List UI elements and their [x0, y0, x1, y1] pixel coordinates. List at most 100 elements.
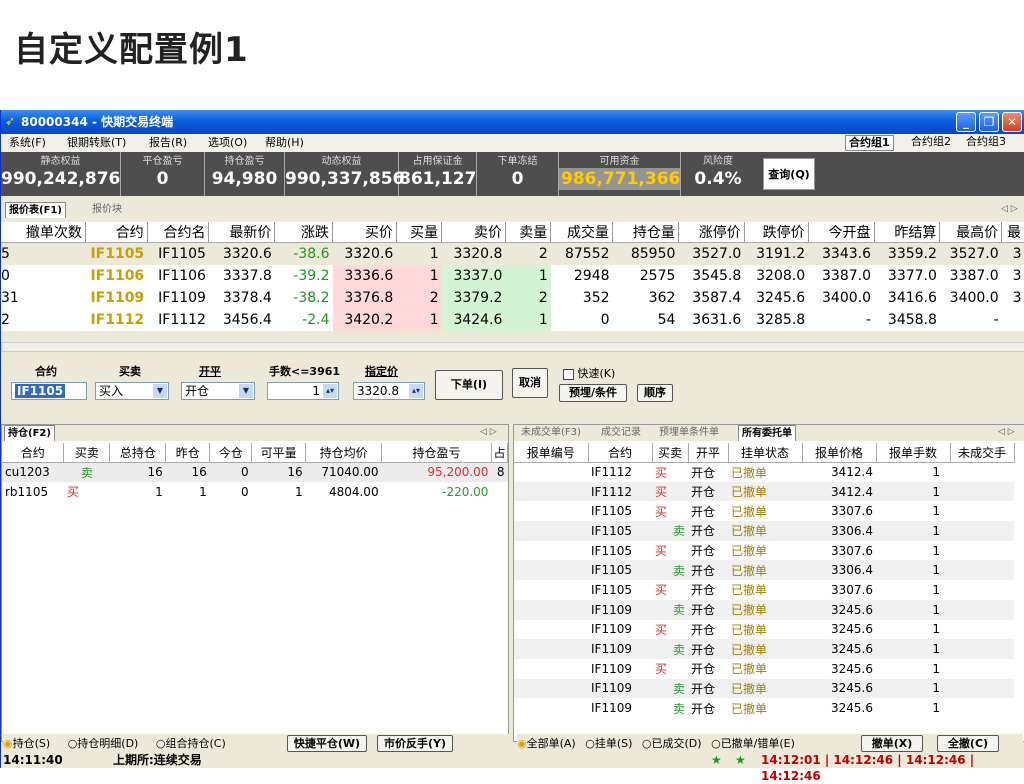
- order-row[interactable]: IF1109 卖开仓 已撤单 3245.6 1: [514, 639, 1014, 659]
- quote-cell: IF1105: [147, 242, 209, 265]
- position-row[interactable]: rb1105 买 1 1 0 1 4804.00 -220.00: [2, 482, 508, 502]
- cancel-order-button[interactable]: 撤单(X): [861, 735, 923, 752]
- column-header: 合约: [2, 443, 65, 463]
- spin-arrows-icon[interactable]: ▴▾: [409, 384, 423, 398]
- qty-stepper[interactable]: 1 ▴▾: [267, 382, 339, 400]
- order-cell: 已撤单: [728, 481, 802, 502]
- tab-quote-block[interactable]: 报价块: [89, 202, 125, 218]
- tab-contract-group-2[interactable]: 合约组2: [908, 135, 954, 151]
- order-entry-panel: 合约 买卖 开平 手数<=3961 指定价 IF1105 买入 ▼ 开仓 ▼ 1 ▴▾…: [1, 354, 1024, 420]
- order-row[interactable]: IF1105 买 开仓 已撤单 3307.6 1: [514, 541, 1014, 561]
- position-row[interactable]: cu1203 卖 16 16 0 16 71040.00 95,200.00 8: [2, 462, 508, 482]
- qty-label: 手数<=3961: [269, 365, 341, 378]
- menu-help[interactable]: 帮助(H): [265, 134, 304, 152]
- order-cell: IF1109: [591, 622, 632, 637]
- offset-select[interactable]: 开仓 ▼: [181, 382, 255, 400]
- preset-condition-button[interactable]: 预埋/条件: [559, 384, 627, 402]
- order-cell: [950, 462, 1014, 482]
- query-button[interactable]: 查询(Q): [763, 158, 815, 190]
- order-row[interactable]: IF1109 卖开仓 已撤单 3245.6 1: [514, 599, 1014, 620]
- fast-checkbox[interactable]: 快速(K): [563, 365, 615, 381]
- order-row[interactable]: IF1109 买 开仓 已撤单 3245.6 1: [514, 620, 1014, 640]
- column-header: 昨仓: [165, 443, 211, 463]
- quote-row[interactable]: 5 IF1105 IF1105 3320.6 -38.6 3320.6 1 3320.8 2 87…: [1, 242, 1024, 265]
- quote-row[interactable]: 2 IF1112 IF1112 3456.4 -2.4 3420.2 1 3424.6 1 0 54…: [1, 308, 1024, 331]
- menu-report[interactable]: 报告(R): [149, 134, 187, 152]
- order-row[interactable]: IF1105 卖开仓 已撤单 3306.4 1: [514, 521, 1014, 541]
- sequence-button[interactable]: 顺序: [637, 384, 673, 402]
- slide-title: 自定义配置例1: [14, 30, 249, 70]
- order-cell: [514, 462, 588, 482]
- order-row[interactable]: IF1105 买 开仓 已撤单 3307.6 1: [514, 580, 1014, 600]
- tab-contract-group-1[interactable]: 合约组1: [845, 135, 894, 151]
- tab-scroll-arrows[interactable]: ◁ ▷: [998, 425, 1015, 440]
- radio-position-details[interactable]: ○持仓明细(D): [68, 737, 139, 750]
- quote-row[interactable]: 0 IF1106 IF1106 3337.8 -39.2 3336.6 1 3337.0 1 29…: [1, 264, 1024, 287]
- market-reverse-button[interactable]: 市价反手(Y): [377, 735, 453, 752]
- radio-icon: ○: [67, 737, 78, 750]
- quote-row[interactable]: 31 IF1109 IF1109 3378.4 -38.2 3376.8 2 3379.2 2 3…: [1, 286, 1024, 309]
- quote-cell: 3376.8: [332, 286, 397, 309]
- quote-cell: 2: [505, 242, 551, 265]
- tab-all-orders[interactable]: 所有委托单: [738, 425, 796, 441]
- order-row[interactable]: IF1109 卖开仓 已撤单 3245.6 1: [514, 698, 1014, 718]
- radio-filled-orders[interactable]: ○已成交(D): [642, 737, 702, 750]
- quote-cell: 3: [1012, 289, 1022, 306]
- position-cell: 16: [287, 465, 303, 480]
- available-funds-value: 986,771,366: [559, 168, 681, 190]
- title-bar: ➶ 80000344 - 快期交易终端 _ ❐ ✕: [1, 110, 1024, 134]
- tab-trade-records[interactable]: 成交记录: [598, 425, 644, 441]
- radio-positions[interactable]: ◉持仓(S): [3, 737, 50, 750]
- tab-scroll-arrows[interactable]: ◁ ▷: [480, 425, 497, 440]
- order-row[interactable]: IF1109 买 开仓 已撤单 3245.6 1: [514, 659, 1014, 679]
- quote-cell: 3400.0: [949, 289, 999, 306]
- status-bar: 14:11:40 上期所:连续交易 ★ ★ 14:12:01 | 14:12:4…: [1, 752, 1024, 783]
- cancel-button[interactable]: 取消: [512, 368, 548, 398]
- minimize-icon[interactable]: _: [956, 112, 976, 132]
- order-row[interactable]: IF1112 买开仓 已撤单 3412.4 1: [514, 462, 1014, 482]
- order-cell: [514, 599, 588, 620]
- position-cell: 卖: [80, 465, 93, 480]
- radio-all-orders[interactable]: ◉全部单(A): [517, 737, 576, 750]
- order-cell: 买: [655, 583, 668, 598]
- radio-combo-positions[interactable]: ○组合持仓(C): [156, 737, 226, 750]
- order-row[interactable]: IF1109 卖开仓 已撤单 3245.6 1: [514, 678, 1014, 699]
- connection-star-icon: ★: [711, 753, 722, 767]
- order-row[interactable]: IF1105 卖开仓 已撤单 3306.4 1: [514, 560, 1014, 581]
- tab-preset-orders[interactable]: 预埋单条件单: [656, 425, 722, 441]
- order-cell: [514, 698, 588, 718]
- submit-order-button[interactable]: 下单(I): [435, 370, 503, 400]
- quote-cell: 2: [505, 286, 551, 309]
- close-icon[interactable]: ✕: [1002, 112, 1022, 132]
- order-cell: 3306.4: [802, 521, 876, 541]
- contract-input[interactable]: IF1105: [11, 382, 87, 400]
- radio-pending-orders[interactable]: ○挂单(S): [585, 737, 632, 750]
- order-cell: 3307.6: [831, 543, 873, 558]
- restore-icon[interactable]: ❐: [979, 112, 999, 132]
- cancel-all-button[interactable]: 全撤(C): [937, 735, 999, 752]
- tab-scroll-arrows[interactable]: ◁ ▷: [1001, 202, 1018, 217]
- order-cell: IF1109: [588, 599, 652, 620]
- menu-options[interactable]: 选项(O): [208, 134, 247, 152]
- order-cell: 3245.6: [831, 661, 873, 676]
- spin-arrows-icon[interactable]: ▴▾: [323, 384, 337, 398]
- menu-bank-transfer[interactable]: 银期转账(T): [67, 134, 126, 152]
- order-row[interactable]: IF1105 买 开仓 已撤单 3307.6 1: [514, 501, 1014, 521]
- quote-cell: IF1112: [158, 311, 206, 328]
- tab-contract-group-3[interactable]: 合约组3: [963, 135, 1009, 151]
- quote-cell: 1: [396, 242, 442, 265]
- order-cell: 3245.6: [802, 639, 876, 659]
- tab-open-orders[interactable]: 未成交单(F3): [518, 425, 584, 441]
- order-row[interactable]: IF1112 买开仓 已撤单 3412.4 1: [514, 481, 1014, 502]
- side-select[interactable]: 买入 ▼: [95, 382, 169, 400]
- menu-system[interactable]: 系统(F): [9, 134, 46, 152]
- radio-cancelled-orders[interactable]: ○已撤单/错单(E): [711, 737, 795, 750]
- quote-horizontal-scrollbar[interactable]: [1, 342, 1024, 352]
- tab-quote-table[interactable]: 报价表(F1): [5, 202, 66, 218]
- quote-cell: 3337.0: [441, 264, 506, 287]
- price-stepper[interactable]: 3320.8 ▴▾: [353, 382, 425, 400]
- column-header: 最高价: [939, 222, 1003, 243]
- order-cell: 1: [932, 543, 940, 558]
- tab-positions[interactable]: 持仓(F2): [4, 425, 55, 441]
- quick-close-button[interactable]: 快捷平仓(W): [287, 735, 367, 752]
